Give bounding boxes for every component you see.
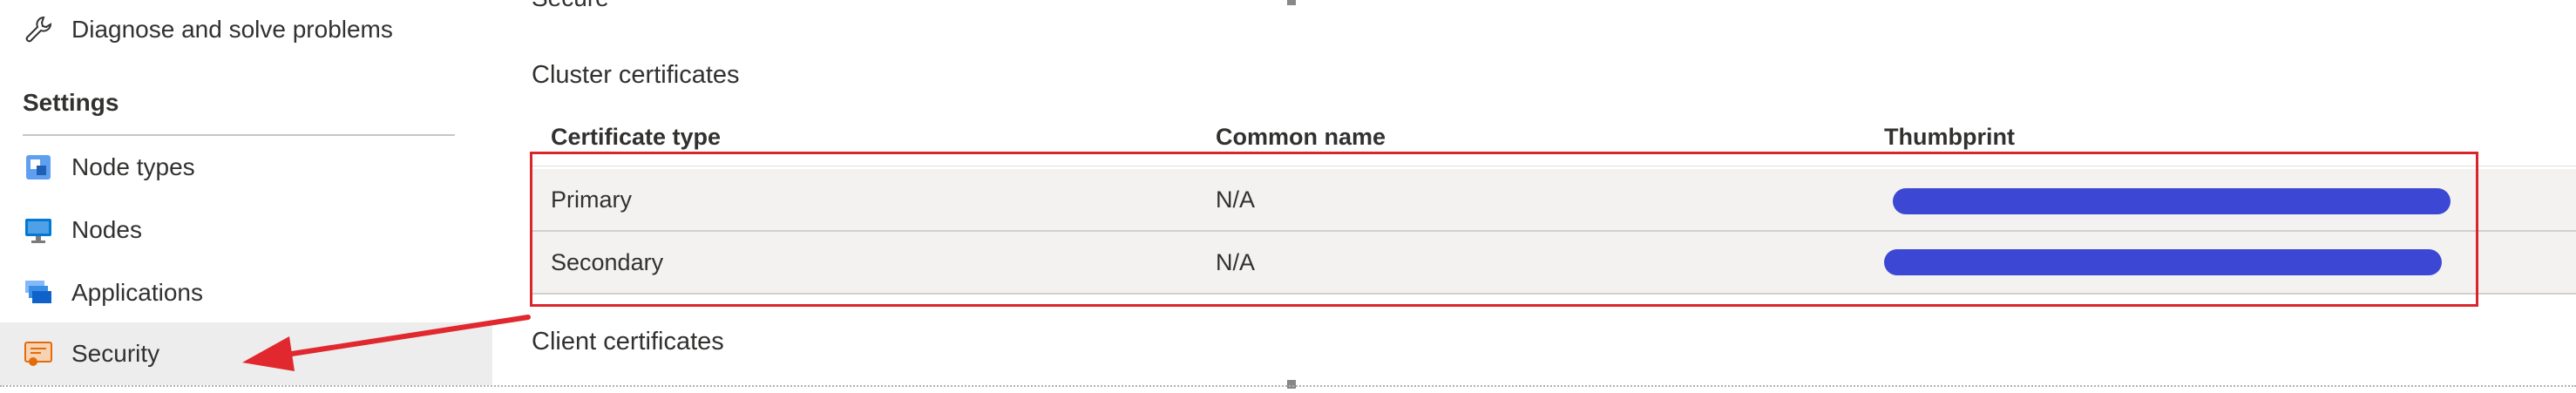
annotation-arrow <box>242 315 531 371</box>
